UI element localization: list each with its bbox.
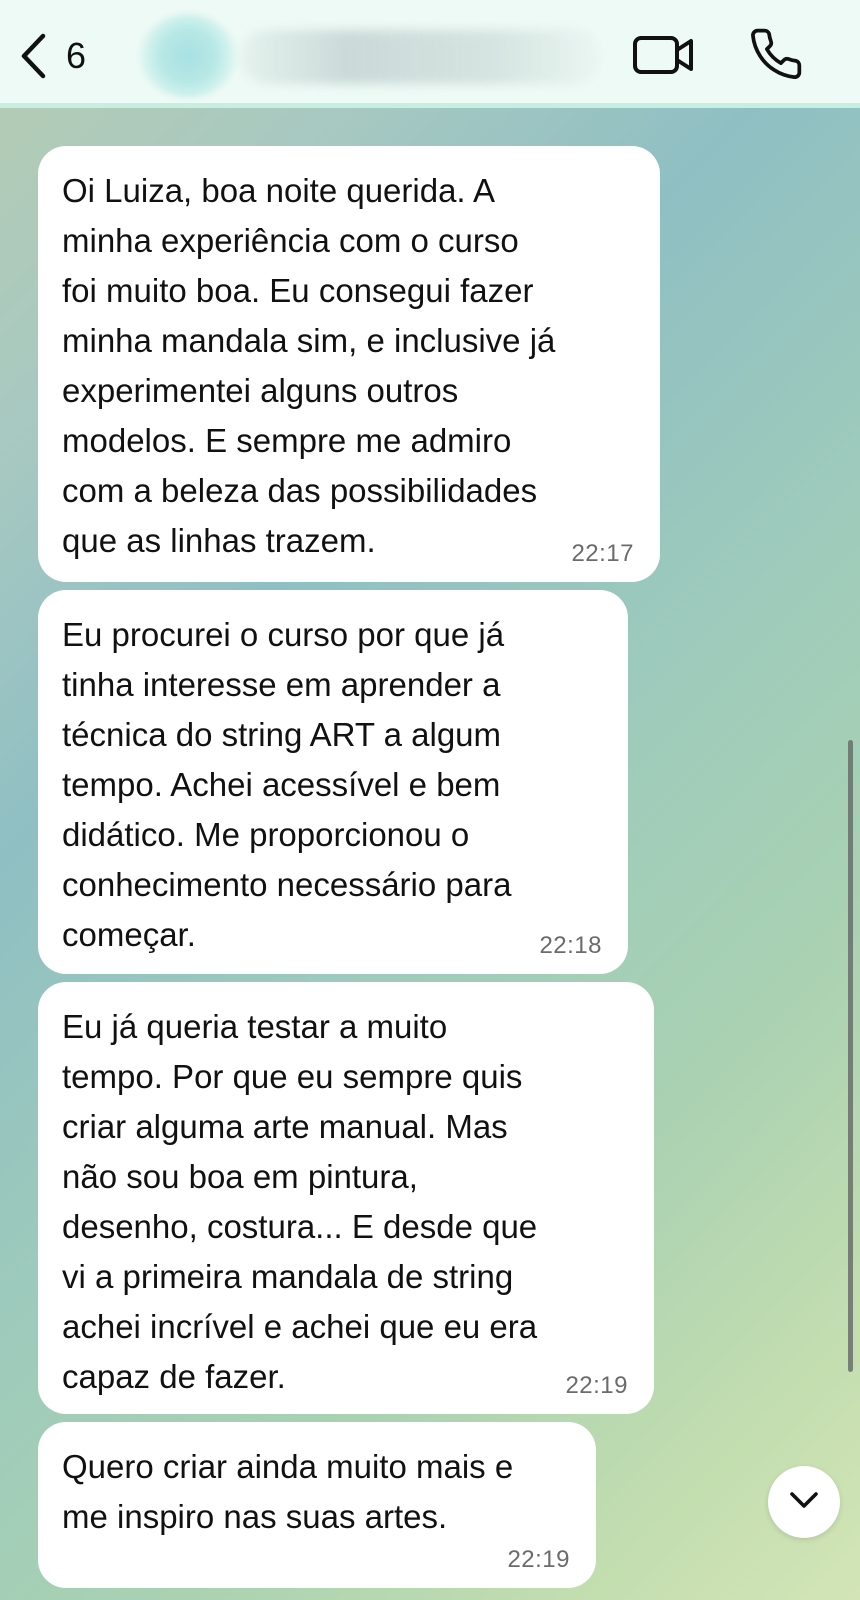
- message-time: 22:19: [565, 1372, 628, 1399]
- video-camera-icon: [632, 36, 696, 84]
- message-text: Quero criar ainda muito mais e me inspir…: [62, 1448, 514, 1535]
- chat-header: 6: [0, 0, 860, 108]
- phone-icon: [748, 28, 804, 86]
- message-time: 22:18: [539, 932, 602, 959]
- chevron-left-icon: [18, 32, 48, 80]
- message-text: Oi Luiza, boa noite querida. A minha exp…: [62, 172, 556, 559]
- unread-count: 6: [66, 35, 87, 76]
- message-text: Eu já queria testar a muito tempo. Por q…: [62, 1008, 538, 1395]
- contact-avatar[interactable]: [140, 14, 236, 98]
- chevron-down-icon: [787, 1489, 821, 1516]
- message-time: 22:17: [571, 540, 634, 567]
- video-call-button[interactable]: [632, 32, 696, 80]
- back-button[interactable]: 6: [18, 28, 86, 84]
- message-time: 22:19: [507, 1546, 570, 1573]
- message-bubble[interactable]: Oi Luiza, boa noite querida. A minha exp…: [38, 146, 660, 582]
- message-bubble[interactable]: Eu já queria testar a muito tempo. Por q…: [38, 982, 654, 1414]
- voice-call-button[interactable]: [748, 26, 804, 82]
- scrollbar[interactable]: [848, 740, 853, 1372]
- message-bubble[interactable]: Eu procurei o curso por que já tinha int…: [38, 590, 628, 974]
- scroll-to-bottom-button[interactable]: [768, 1466, 840, 1538]
- contact-name[interactable]: [240, 30, 600, 84]
- message-text: Eu procurei o curso por que já tinha int…: [62, 616, 512, 953]
- message-bubble[interactable]: Quero criar ainda muito mais e me inspir…: [38, 1422, 596, 1588]
